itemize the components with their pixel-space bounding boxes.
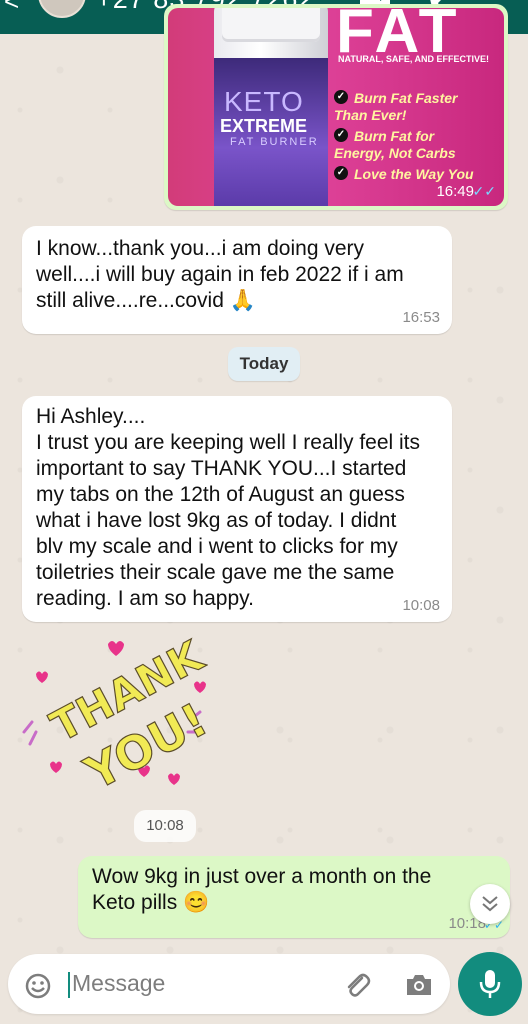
voice-message-button[interactable] <box>458 952 522 1016</box>
chevron-down-icon <box>482 896 498 912</box>
ad-bullet: ✓ Burn Fat for Energy, Not Carbs <box>334 128 456 161</box>
ad-bullet-text: Love the Way You <box>354 166 474 182</box>
ad-bullet-text: Burn Fat for Energy, Not Carbs <box>334 128 456 161</box>
message-input-bar[interactable]: Message <box>8 954 450 1014</box>
pill-bottle: KETO EXTREME FAT BURNER <box>214 8 328 206</box>
keto-ad-image[interactable]: KETO EXTREME FAT BURNER FAT NATURAL, SAF… <box>168 8 504 206</box>
attach-icon[interactable] <box>342 970 372 1000</box>
camera-icon[interactable] <box>404 972 434 998</box>
bottle-subtitle: FAT BURNER <box>230 136 319 148</box>
emoji-icon[interactable] <box>24 972 52 1000</box>
incoming-message[interactable]: Hi Ashley.... I trust you are keeping we… <box>22 396 452 622</box>
avatar[interactable] <box>38 0 86 18</box>
image-message[interactable]: KETO EXTREME FAT BURNER FAT NATURAL, SAF… <box>164 4 508 210</box>
sticker-time: 10:08 <box>134 810 196 842</box>
message-input[interactable]: Message <box>72 970 165 997</box>
scroll-down-button[interactable] <box>470 884 510 924</box>
bottle-brand: KETO <box>224 86 304 117</box>
ad-bullet: ✓ Burn Fat Faster Than Ever! <box>334 90 458 123</box>
thank-you-sticker[interactable]: THANK YOU! <box>18 630 216 806</box>
date-divider: Today <box>228 347 300 381</box>
bottle-product: EXTREME <box>220 116 308 136</box>
text-cursor <box>68 972 70 998</box>
ad-tagline: NATURAL, SAFE, AND EFFECTIVE! <box>338 54 489 64</box>
back-arrow-icon[interactable]: < <box>4 0 19 17</box>
microphone-icon <box>479 970 501 998</box>
read-ticks-icon: ✓✓ <box>472 183 496 199</box>
outgoing-message[interactable]: Wow 9kg in just over a month on the Keto… <box>78 856 510 938</box>
message-time: 16:53 <box>402 309 440 326</box>
sticker-art: THANK YOU! <box>22 630 216 802</box>
message-text: Hi Ashley.... I trust you are keeping we… <box>36 405 421 610</box>
message-time: 16:49 <box>436 183 474 200</box>
ad-bullet-text: Burn Fat Faster Than Ever! <box>334 90 458 123</box>
message-text: Wow 9kg in just over a month on the Keto… <box>92 865 432 914</box>
message-time: 10:08 <box>402 597 440 614</box>
ad-bullet: ✓ Love the Way You <box>334 166 474 183</box>
message-text: I know...thank you...i am doing very wel… <box>36 237 404 312</box>
incoming-message[interactable]: I know...thank you...i am doing very wel… <box>22 226 452 334</box>
